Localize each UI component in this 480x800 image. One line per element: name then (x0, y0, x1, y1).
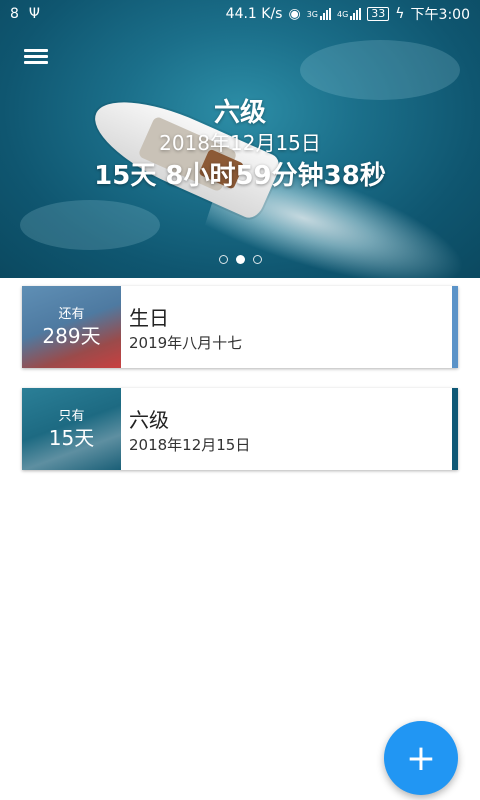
hero-date: 2018年12月15日 (159, 131, 321, 155)
countdown-prefix: 只有 (58, 409, 85, 424)
battery-icon: 33 (367, 7, 390, 21)
page-dot[interactable] (218, 255, 228, 264)
event-card[interactable]: 只有 15天 六级 2018年12月15日 (22, 388, 458, 470)
signal-icon (320, 8, 331, 20)
usb-icon: Ψ (28, 6, 40, 22)
page-dot[interactable] (252, 255, 262, 264)
menu-button[interactable] (20, 44, 54, 70)
signal-4g-label: 4G (337, 9, 349, 19)
hero-title: 六级 (213, 98, 266, 128)
countdown-prefix: 还有 (58, 307, 85, 322)
event-name: 生日 (129, 306, 169, 330)
status-bar: 8 Ψ 44.1 K/s ◉ 3G 4G 33 ϟ 下午3:00 (0, 0, 480, 28)
event-date: 2018年12月15日 (129, 436, 251, 454)
wave-texture (300, 40, 460, 100)
event-date: 2019年八月十七 (129, 334, 243, 352)
eye-icon: ◉ (288, 6, 301, 22)
event-name: 六级 (129, 408, 169, 432)
countdown-days: 15天 (48, 426, 95, 450)
page-indicator (0, 255, 480, 264)
hero-banner[interactable]: 8 Ψ 44.1 K/s ◉ 3G 4G 33 ϟ 下午3:00 六级 2018… (0, 0, 480, 278)
network-speed: 44.1 K/s (225, 6, 283, 22)
page-dot-active[interactable] (235, 255, 245, 264)
wave-texture (20, 200, 160, 250)
notification-icon: 8 (10, 6, 19, 22)
hero-countdown: 15天 8小时59分钟38秒 (94, 161, 386, 191)
signal-3g-label: 3G (306, 9, 318, 19)
event-card[interactable]: 还有 289天 生日 2019年八月十七 (22, 286, 458, 368)
accent-stripe (452, 388, 458, 470)
signal-icon (350, 8, 362, 20)
charging-icon: ϟ (395, 6, 405, 22)
event-thumbnail: 还有 289天 (22, 286, 121, 368)
status-time: 下午3:00 (410, 7, 470, 23)
event-thumbnail: 只有 15天 (22, 388, 121, 470)
add-event-button[interactable]: + (384, 721, 458, 795)
accent-stripe (452, 286, 458, 368)
countdown-days: 289天 (42, 324, 101, 348)
